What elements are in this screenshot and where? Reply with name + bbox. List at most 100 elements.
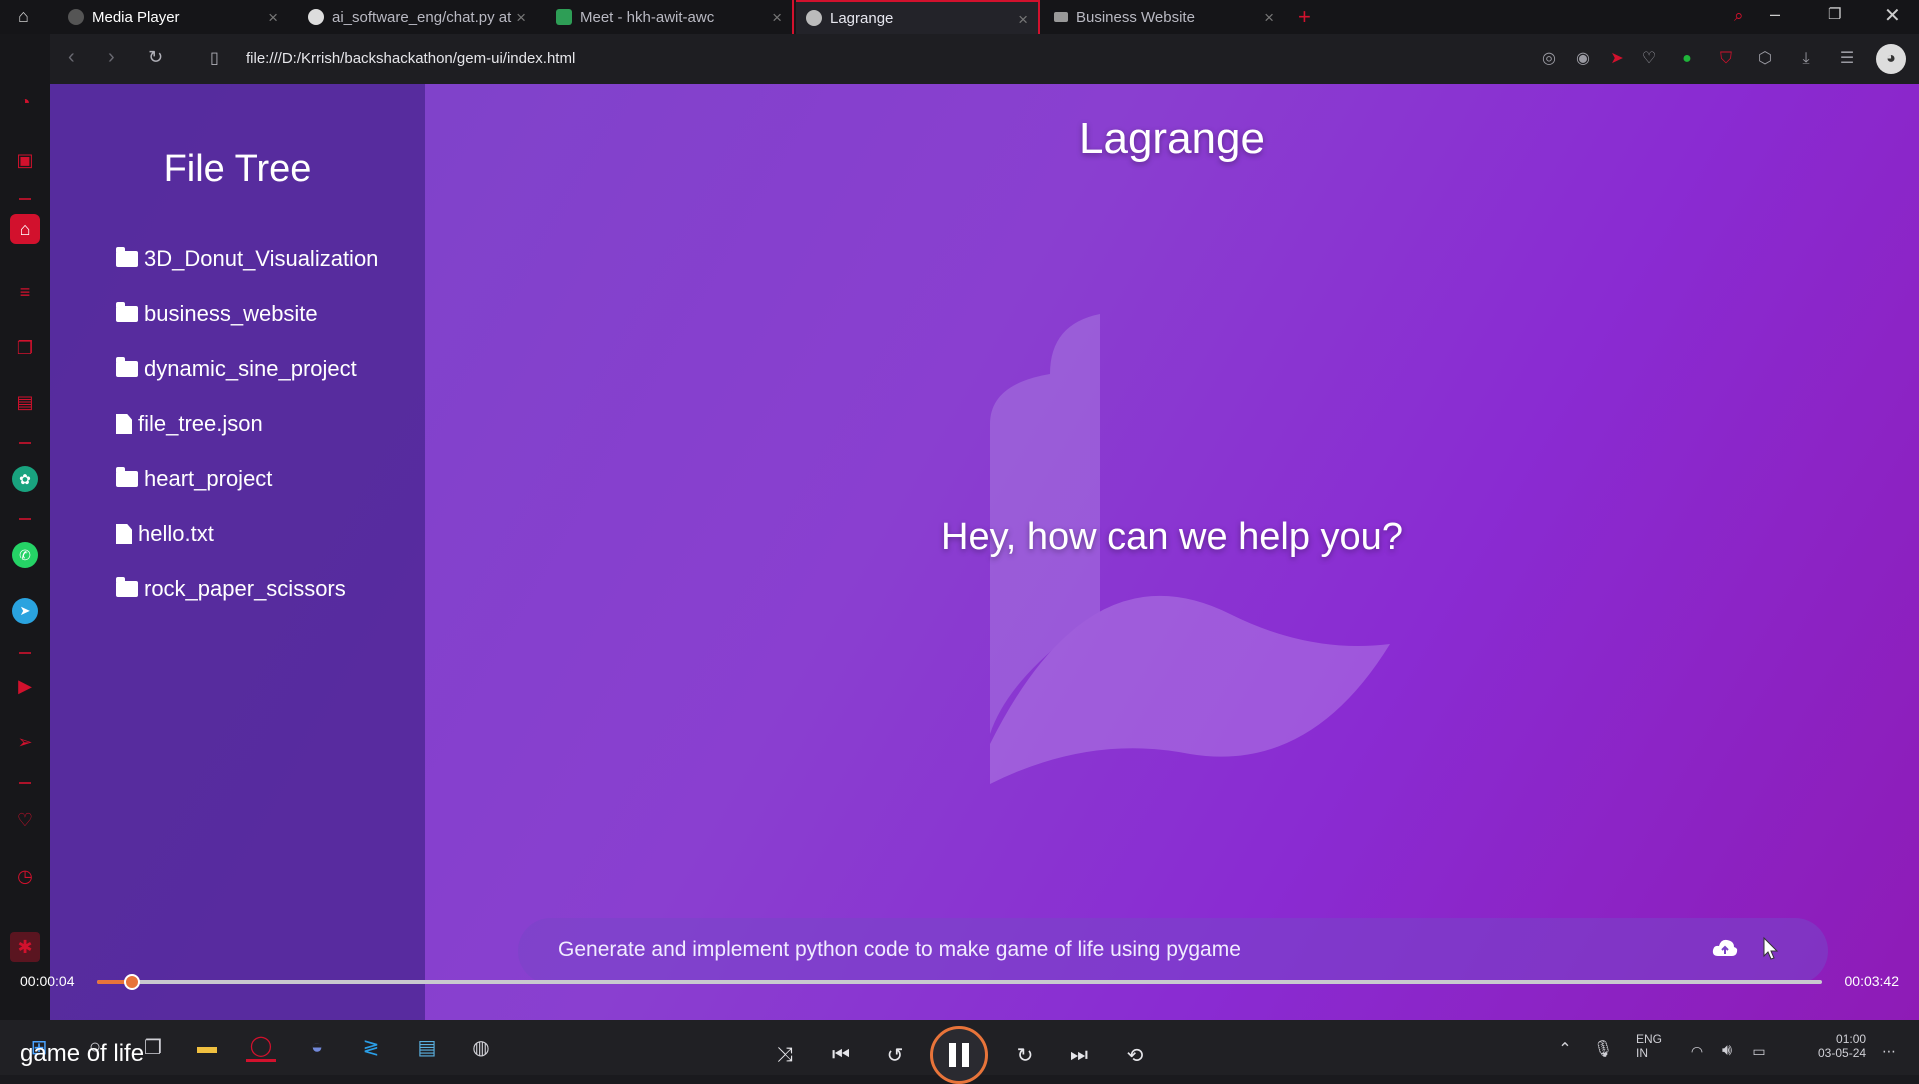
page-title: Lagrange [1079, 114, 1265, 163]
file-tree-panel: File Tree 3D_Donut_Visualization busines… [50, 84, 425, 1020]
folder-icon [116, 302, 138, 322]
avatar[interactable]: ◕ [1876, 44, 1906, 74]
tasks-icon[interactable]: ≡ [13, 280, 37, 304]
heart-sidebar-icon[interactable]: ♡ [13, 808, 37, 832]
address-bar-row: ‹ › ↻ ▯ file:///D:/Krrish/backshackathon… [50, 34, 1919, 84]
close-icon[interactable]: × [268, 8, 278, 28]
seek-track[interactable] [97, 974, 1822, 990]
file-tree-item[interactable]: file_tree.json [116, 411, 263, 437]
forward-30-icon[interactable]: ↻ [1010, 1040, 1040, 1070]
file-tree-item[interactable]: rock_paper_scissors [116, 576, 346, 602]
file-tree-item-label: heart_project [144, 466, 273, 491]
heart-icon[interactable]: ♡ [1638, 48, 1660, 70]
vpn-icon[interactable]: ● [1676, 48, 1698, 70]
total-time: 00:03:42 [1844, 973, 1900, 989]
telegram-icon[interactable]: ➤ [12, 598, 38, 624]
whatsapp-icon[interactable]: ✆ [12, 542, 38, 568]
language-indicator[interactable]: ENG IN [1636, 1032, 1662, 1060]
next-icon[interactable]: ⏭ [1064, 1040, 1094, 1070]
globe-icon [806, 10, 822, 26]
notification-icon[interactable]: ⋯ [1874, 1036, 1904, 1066]
file-tree-item-label: business_website [144, 301, 318, 326]
chrome-icon[interactable]: ◍ [466, 1032, 496, 1062]
rewind-10-icon[interactable]: ↺ [880, 1040, 910, 1070]
file-tree-item-label: rock_paper_scissors [144, 576, 346, 601]
cloud-upload-icon[interactable] [1712, 938, 1738, 958]
page-icon: ▯ [210, 50, 219, 67]
reload-icon[interactable]: ↻ [148, 47, 163, 68]
pause-button[interactable] [930, 1026, 988, 1084]
back-icon[interactable]: ‹ [68, 46, 75, 69]
file-tree-item-label: 3D_Donut_Visualization [144, 246, 379, 271]
discord-icon[interactable]: ◒ [302, 1032, 332, 1062]
forward-icon[interactable]: › [108, 46, 115, 69]
download-icon[interactable]: ⤓ [1795, 48, 1817, 70]
file-icon [116, 524, 132, 544]
tab-lagrange[interactable]: Lagrange × [796, 0, 1040, 34]
bookmarks-icon[interactable]: ❐ [13, 336, 37, 360]
shield-icon[interactable]: ⛉ [1715, 48, 1737, 70]
prompt-input-value[interactable]: Generate and implement python code to ma… [558, 938, 1241, 962]
search-icon[interactable]: ⌕ [1734, 6, 1744, 26]
file-explorer-icon[interactable]: ▬ [192, 1032, 222, 1062]
battery-icon[interactable]: ▭ [1744, 1036, 1774, 1066]
close-icon[interactable]: × [516, 8, 526, 28]
restore-button[interactable]: ❐ [1828, 5, 1841, 23]
settings-icon[interactable]: ✱ [10, 932, 40, 962]
media-title: game of life [20, 1040, 145, 1067]
tab-label: Meet - hkh-awit-awc [580, 8, 715, 26]
clock[interactable]: 01:00 03-05-24 [1818, 1032, 1866, 1060]
crown-icon [1054, 12, 1068, 22]
file-tree-title: File Tree [163, 148, 312, 190]
flow-icon[interactable]: ➢ [13, 730, 37, 754]
url-field[interactable]: file:///D:/Krrish/backshackathon/gem-ui/… [246, 50, 575, 67]
shopping-icon[interactable]: ▣ [13, 148, 37, 172]
close-window-button[interactable]: ✕ [1884, 3, 1901, 28]
home-icon[interactable]: ⌂ [18, 6, 40, 28]
new-tab-button[interactable]: + [1298, 4, 1311, 30]
chatgpt-icon[interactable]: ✿ [12, 466, 38, 492]
cursor-send-icon[interactable] [1758, 934, 1782, 962]
history-icon[interactable]: ◷ [13, 864, 37, 888]
extensions-icon[interactable]: ⬡ [1754, 48, 1776, 70]
wifi-icon[interactable]: ◠ [1682, 1036, 1712, 1066]
camera-icon[interactable]: ◉ [1572, 48, 1594, 70]
notepad-icon[interactable]: ▤ [412, 1032, 442, 1062]
file-tree-item[interactable]: dynamic_sine_project [116, 356, 357, 382]
repeat-icon[interactable]: ⟲ [1120, 1040, 1150, 1070]
easy-setup-icon[interactable]: ☰ [1836, 48, 1858, 70]
file-tree-item[interactable]: business_website [116, 301, 318, 327]
microphone-icon[interactable]: 🎙︎ [1588, 1034, 1618, 1064]
tab-label: Media Player [92, 8, 180, 26]
send-page-icon[interactable]: ➤ [1606, 48, 1628, 70]
file-tree-item[interactable]: heart_project [116, 466, 272, 492]
folder-icon [116, 467, 138, 487]
close-icon[interactable]: × [772, 8, 782, 28]
previous-icon[interactable]: ⏮ [826, 1040, 856, 1070]
file-tree-item[interactable]: hello.txt [116, 521, 214, 547]
speed-dial-icon[interactable]: ◔ [13, 90, 37, 114]
tab-meet[interactable]: Meet - hkh-awit-awc × [546, 0, 794, 34]
tab-github[interactable]: ai_software_eng/chat.py at × [298, 0, 536, 34]
play-icon [68, 9, 84, 25]
tab-label: Business Website [1076, 8, 1195, 26]
tab-business-website[interactable]: Business Website × [1044, 0, 1284, 34]
home-sidebar-icon[interactable]: ⌂ [10, 214, 40, 244]
reader-icon[interactable]: ◎ [1538, 48, 1560, 70]
shuffle-icon[interactable]: ⤨ [770, 1040, 800, 1070]
folder-icon [116, 357, 138, 377]
vscode-icon[interactable]: ≷ [356, 1032, 386, 1062]
close-icon[interactable]: × [1018, 10, 1028, 30]
close-icon[interactable]: × [1264, 8, 1274, 28]
player-icon[interactable]: ▶ [13, 674, 37, 698]
media-seek-bar: 00:00:04 00:03:42 [0, 965, 1919, 999]
lagrange-page: File Tree 3D_Donut_Visualization busines… [50, 84, 1919, 1020]
file-tree-item[interactable]: 3D_Donut_Visualization [116, 246, 378, 272]
volume-icon[interactable]: 🔊︎ [1712, 1036, 1742, 1066]
seek-thumb[interactable] [123, 974, 140, 990]
minimize-button[interactable]: – [1770, 4, 1780, 25]
tab-media-player[interactable]: Media Player × [58, 0, 288, 34]
briefcase-icon[interactable]: ▤ [13, 390, 37, 414]
chevron-up-icon[interactable]: ⌃ [1550, 1034, 1580, 1064]
opera-icon[interactable]: ◯ [246, 1032, 276, 1062]
